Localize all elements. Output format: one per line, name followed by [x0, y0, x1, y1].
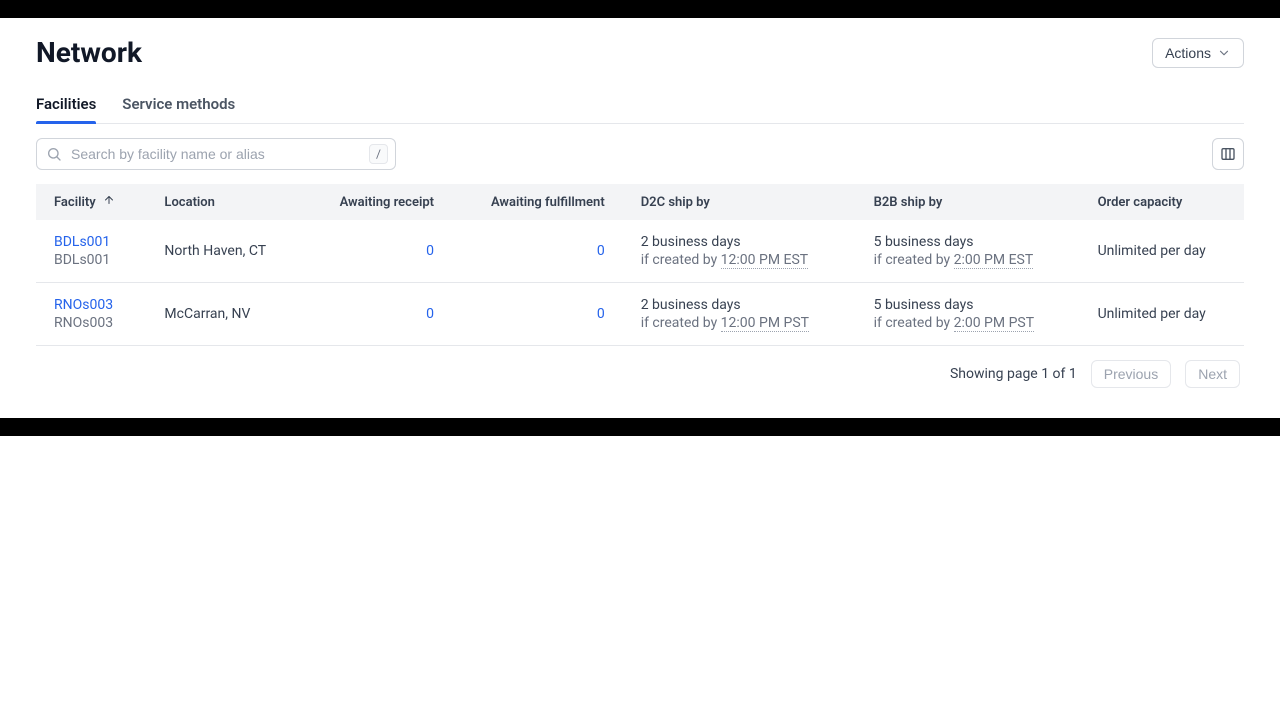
- tabs: Facilities Service methods: [36, 87, 1244, 124]
- cell-location: North Haven, CT: [146, 220, 303, 283]
- col-facility[interactable]: Facility: [36, 184, 146, 220]
- b2b-sub: if created by 2:00 PM PST: [874, 315, 1062, 331]
- col-b2b-ship-by[interactable]: B2B ship by: [856, 184, 1080, 220]
- b2b-main: 5 business days: [874, 234, 1062, 250]
- columns-icon: [1220, 146, 1236, 162]
- next-page-button[interactable]: Next: [1185, 360, 1240, 388]
- col-order-capacity[interactable]: Order capacity: [1080, 184, 1244, 220]
- search-shortcut-hint: /: [369, 144, 388, 164]
- awaiting-fulfillment-link[interactable]: 0: [597, 306, 605, 322]
- pagination-status: Showing page 1 of 1: [950, 366, 1077, 382]
- d2c-main: 2 business days: [641, 297, 838, 313]
- col-awaiting-fulfillment[interactable]: Awaiting fulfillment: [452, 184, 623, 220]
- page-title: Network: [36, 36, 142, 69]
- d2c-sub: if created by 12:00 PM PST: [641, 315, 838, 331]
- facility-alias: BDLs001: [54, 252, 128, 268]
- col-location[interactable]: Location: [146, 184, 303, 220]
- sort-asc-icon: [103, 194, 115, 206]
- actions-label: Actions: [1165, 45, 1211, 61]
- table-row: RNOs003 RNOs003 McCarran, NV 0 0 2 busin…: [36, 283, 1244, 346]
- b2b-main: 5 business days: [874, 297, 1062, 313]
- awaiting-fulfillment-link[interactable]: 0: [597, 243, 605, 259]
- tab-service-methods[interactable]: Service methods: [122, 87, 235, 123]
- cell-capacity: Unlimited per day: [1080, 220, 1244, 283]
- facilities-table: Facility Location Awaiting receipt Await…: [36, 184, 1244, 346]
- actions-dropdown[interactable]: Actions: [1152, 38, 1244, 68]
- facility-alias: RNOs003: [54, 315, 128, 331]
- pagination: Showing page 1 of 1 Previous Next: [36, 346, 1244, 418]
- columns-settings-button[interactable]: [1212, 138, 1244, 170]
- cell-location: McCarran, NV: [146, 283, 303, 346]
- d2c-sub: if created by 12:00 PM EST: [641, 252, 838, 268]
- chevron-down-icon: [1217, 46, 1231, 60]
- window-bottom-bar: [0, 418, 1280, 436]
- awaiting-receipt-link[interactable]: 0: [426, 306, 434, 322]
- col-d2c-ship-by[interactable]: D2C ship by: [623, 184, 856, 220]
- table-row: BDLs001 BDLs001 North Haven, CT 0 0 2 bu…: [36, 220, 1244, 283]
- b2b-sub: if created by 2:00 PM EST: [874, 252, 1062, 268]
- search-input[interactable]: [36, 138, 396, 170]
- tab-facilities[interactable]: Facilities: [36, 87, 96, 123]
- cell-capacity: Unlimited per day: [1080, 283, 1244, 346]
- previous-page-button[interactable]: Previous: [1091, 360, 1171, 388]
- search-wrap: /: [36, 138, 396, 170]
- facility-link[interactable]: BDLs001: [54, 234, 128, 250]
- awaiting-receipt-link[interactable]: 0: [426, 243, 434, 259]
- facility-link[interactable]: RNOs003: [54, 297, 128, 313]
- d2c-main: 2 business days: [641, 234, 838, 250]
- window-top-bar: [0, 0, 1280, 18]
- col-awaiting-receipt[interactable]: Awaiting receipt: [303, 184, 452, 220]
- search-icon: [46, 146, 62, 162]
